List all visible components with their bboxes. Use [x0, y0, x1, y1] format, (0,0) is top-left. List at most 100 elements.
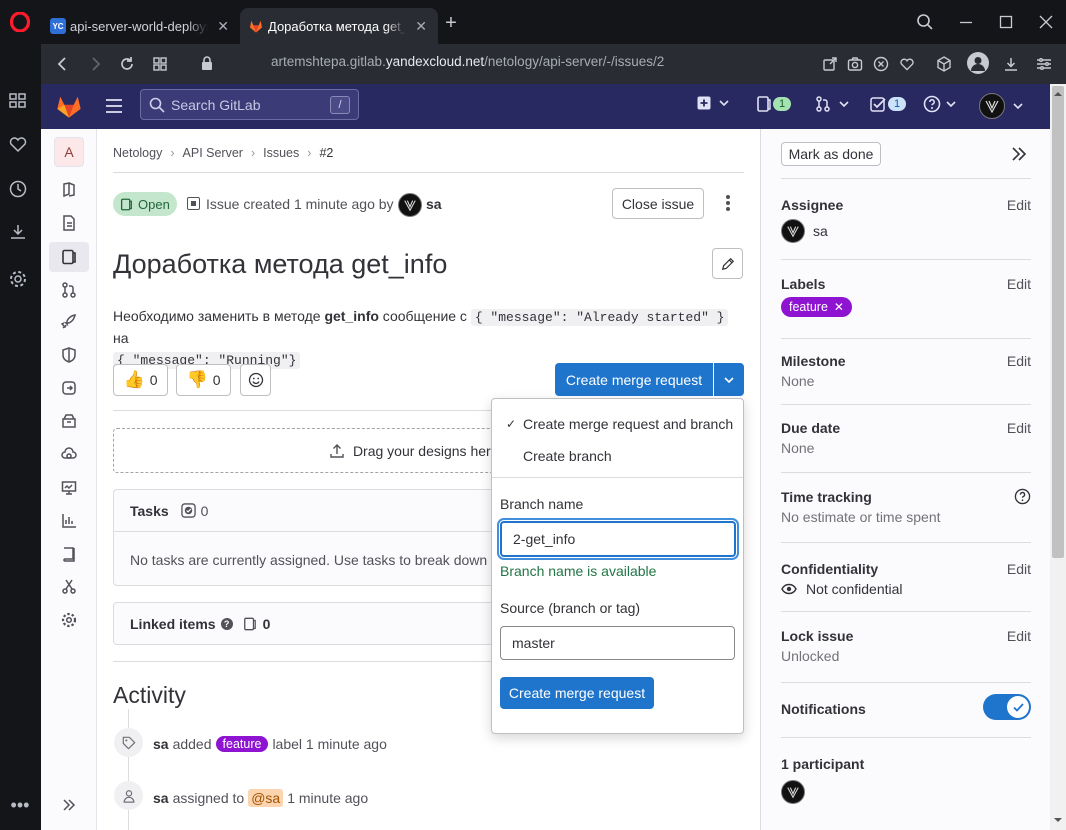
activity-user[interactable]: sa: [153, 790, 169, 806]
url-text[interactable]: artemshtepa.gitlab.yandexcloud.net/netol…: [271, 54, 664, 69]
opera-logo-icon[interactable]: [10, 12, 30, 32]
feature-label-badge[interactable]: feature: [215, 736, 269, 752]
share-icon[interactable]: [820, 54, 840, 74]
hamburger-menu-icon[interactable]: [105, 97, 125, 115]
snippets-scissors-icon[interactable]: [57, 575, 81, 599]
search-tabs-icon[interactable]: [914, 11, 936, 33]
divider: [113, 172, 744, 173]
security-shield-icon[interactable]: [57, 343, 81, 367]
breadcrumb-api-server[interactable]: API Server: [183, 146, 243, 160]
breadcrumb-issues[interactable]: Issues: [263, 146, 299, 160]
profile-avatar-icon[interactable]: [967, 52, 989, 74]
assignee-edit-button[interactable]: Edit: [1007, 197, 1031, 213]
collapse-sidebar-icon[interactable]: [1011, 147, 1029, 161]
download-icon[interactable]: [1001, 54, 1021, 74]
close-tab-icon[interactable]: ✕: [214, 17, 232, 35]
infrastructure-icon[interactable]: [57, 443, 81, 467]
settings-icon[interactable]: [8, 269, 32, 293]
history-icon[interactable]: [8, 179, 32, 203]
downloads-icon[interactable]: [8, 222, 32, 246]
forward-icon[interactable]: [85, 54, 105, 74]
thumbs-down-button[interactable]: 👎 0: [176, 364, 231, 396]
edit-title-button[interactable]: [712, 248, 743, 279]
user-mention[interactable]: @sa: [248, 789, 284, 807]
repository-icon[interactable]: [57, 211, 81, 235]
close-issue-button[interactable]: Close issue: [612, 188, 704, 219]
source-field[interactable]: master: [500, 626, 735, 660]
confidentiality-edit-button[interactable]: Edit: [1007, 561, 1031, 577]
issues-button[interactable]: 1: [757, 96, 792, 112]
tab-issue[interactable]: Доработка метода get_info ✕: [240, 8, 438, 44]
help-icon[interactable]: [1014, 488, 1031, 505]
labels-edit-button[interactable]: Edit: [1007, 276, 1031, 292]
lock-issue-edit-button[interactable]: Edit: [1007, 628, 1031, 644]
issues-nav-icon[interactable]: [49, 242, 89, 272]
back-icon[interactable]: [53, 54, 73, 74]
assignee-avatar[interactable]: [781, 219, 805, 243]
author-avatar[interactable]: [398, 193, 422, 217]
author-name[interactable]: sa: [426, 196, 442, 212]
bookmark-heart-icon[interactable]: [897, 54, 917, 74]
tabs-grid-icon[interactable]: [150, 54, 170, 74]
adblock-icon[interactable]: [871, 54, 891, 74]
help-button[interactable]: [923, 95, 956, 113]
activity-user[interactable]: sa: [153, 736, 169, 752]
dropdown-create-mr-button[interactable]: Create merge request: [500, 677, 654, 709]
feature-label-chip[interactable]: feature ✕: [781, 297, 852, 317]
project-avatar[interactable]: A: [54, 137, 84, 167]
notifications-toggle[interactable]: [983, 694, 1031, 720]
breadcrumb-issue-number[interactable]: #2: [319, 146, 333, 160]
more-actions-icon[interactable]: [720, 193, 736, 213]
scroll-down-arrow-icon[interactable]: [1053, 816, 1063, 824]
option-create-mr-and-branch[interactable]: Create merge request and branch: [523, 416, 733, 432]
merge-requests-button[interactable]: [815, 96, 849, 112]
user-menu-button[interactable]: [979, 93, 1023, 119]
milestone-edit-button[interactable]: Edit: [1007, 353, 1031, 369]
thumbs-up-button[interactable]: 👍 0: [113, 364, 168, 396]
create-merge-request-button[interactable]: Create merge request: [555, 363, 713, 396]
due-date-edit-button[interactable]: Edit: [1007, 420, 1031, 436]
new-tab-icon[interactable]: +: [442, 12, 460, 34]
more-icon[interactable]: •••: [8, 796, 32, 822]
option-create-branch[interactable]: Create branch: [523, 448, 612, 464]
close-tab-icon[interactable]: ✕: [412, 17, 430, 35]
yandex-cloud-favicon: YC: [50, 18, 66, 34]
assignee-name[interactable]: sa: [813, 223, 828, 239]
reload-icon[interactable]: [117, 54, 137, 74]
close-window-icon[interactable]: [1034, 11, 1058, 33]
snapshot-icon[interactable]: [845, 54, 865, 74]
speed-dial-icon[interactable]: [8, 90, 32, 114]
breadcrumb-netology[interactable]: Netology: [113, 146, 162, 160]
tab-api-server[interactable]: YC api-server-world-deployment ✕: [42, 8, 240, 44]
participant-avatar[interactable]: [781, 780, 805, 804]
ci-cd-rocket-icon[interactable]: [57, 310, 81, 334]
deployments-icon[interactable]: [57, 376, 81, 400]
minimize-icon[interactable]: [954, 11, 978, 33]
easy-setup-icon[interactable]: [1034, 54, 1054, 74]
smiley-icon: [248, 372, 263, 388]
scrollbar-thumb[interactable]: [1052, 86, 1064, 558]
settings-gear-icon[interactable]: [57, 608, 81, 632]
scroll-up-arrow-icon[interactable]: [1053, 90, 1063, 98]
lock-icon[interactable]: [199, 54, 215, 72]
search-input[interactable]: Search GitLab /: [140, 89, 359, 120]
merge-requests-nav-icon[interactable]: [57, 278, 81, 302]
question-icon[interactable]: ?: [220, 617, 233, 630]
heart-icon[interactable]: [8, 134, 32, 158]
remove-label-icon[interactable]: ✕: [834, 300, 844, 314]
packages-icon[interactable]: [57, 409, 81, 433]
monitor-icon[interactable]: [57, 476, 81, 500]
wiki-book-icon[interactable]: [57, 542, 81, 566]
extensions-cube-icon[interactable]: [934, 54, 954, 74]
maximize-icon[interactable]: [994, 11, 1018, 33]
project-overview-icon[interactable]: [57, 178, 81, 202]
todos-button[interactable]: 1: [870, 96, 907, 112]
analytics-icon[interactable]: [57, 509, 81, 533]
collapse-sidebar-icon[interactable]: [57, 793, 81, 817]
mark-as-done-button[interactable]: Mark as done: [781, 142, 881, 166]
create-mr-dropdown-toggle[interactable]: [714, 363, 744, 396]
add-reaction-button[interactable]: [240, 364, 271, 396]
new-menu-button[interactable]: [697, 96, 729, 110]
branch-name-field[interactable]: 2-get_info: [500, 521, 736, 557]
gitlab-logo-icon[interactable]: [55, 92, 83, 120]
